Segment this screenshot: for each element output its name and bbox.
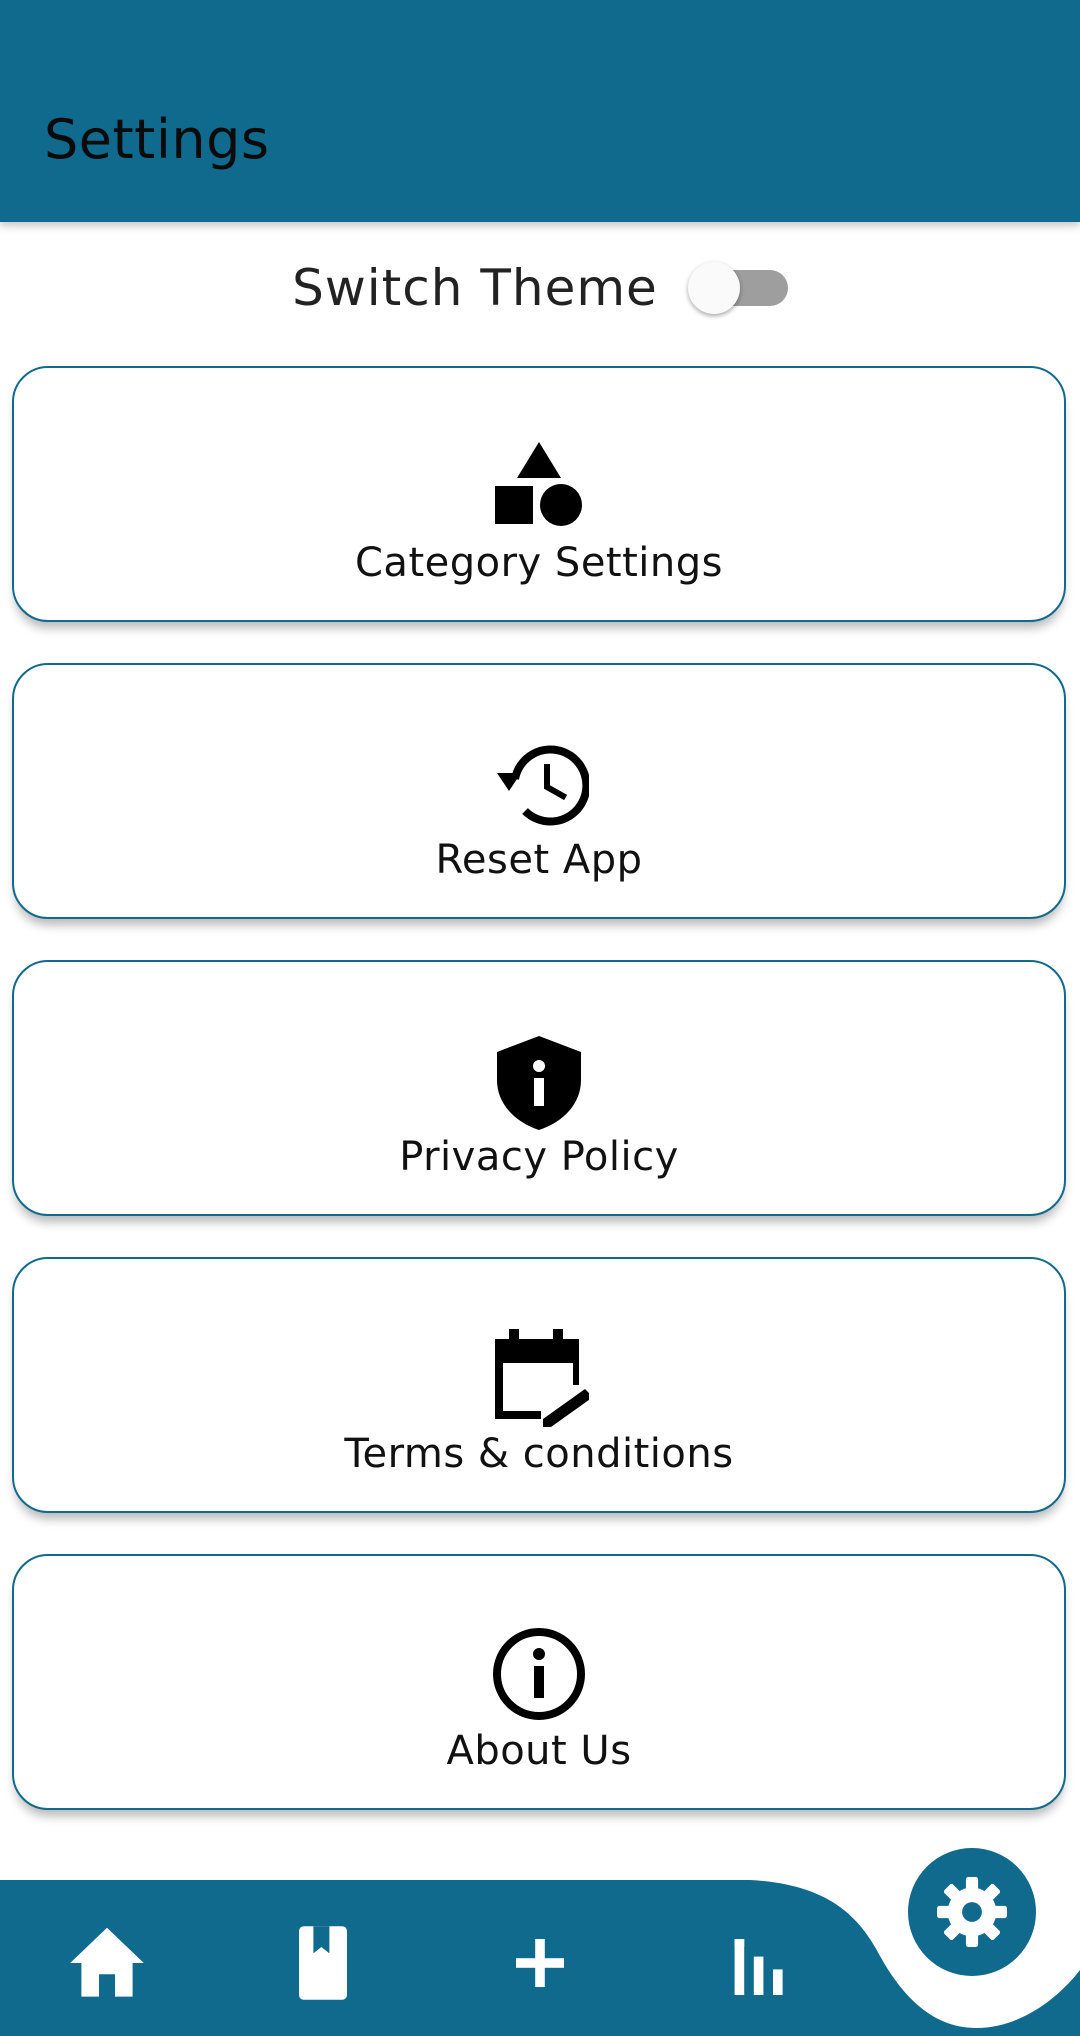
app-bar: Settings (0, 0, 1080, 222)
card-label: Category Settings (355, 540, 723, 586)
category-icon (489, 436, 589, 536)
gear-icon (937, 1877, 1007, 1947)
nav-home-button[interactable] (62, 1918, 152, 2008)
terms-conditions-card[interactable]: Terms & conditions (12, 1257, 1066, 1513)
card-label: Reset App (435, 837, 643, 883)
plus-icon (516, 1939, 564, 1987)
theme-switch-label: Switch Theme (292, 259, 658, 317)
home-icon (70, 1927, 144, 1997)
nav-stats-button[interactable] (712, 1918, 802, 2008)
nav-settings-button[interactable] (908, 1848, 1036, 1976)
card-label: Terms & conditions (344, 1431, 734, 1477)
theme-toggle-switch[interactable] (687, 250, 788, 326)
nav-book-button[interactable] (278, 1918, 368, 2008)
privacy-policy-card[interactable]: Privacy Policy (12, 960, 1066, 1216)
about-us-card[interactable]: About Us (12, 1554, 1066, 1810)
calendar-edit-icon (489, 1327, 589, 1427)
toggle-thumb (687, 262, 740, 314)
card-label: Privacy Policy (399, 1134, 679, 1180)
info-circle-icon (489, 1624, 589, 1724)
bookmark-book-icon (299, 1926, 347, 2000)
card-label: About Us (446, 1728, 632, 1774)
category-settings-card[interactable]: Category Settings (12, 366, 1066, 622)
theme-switch-row: Switch Theme (0, 250, 1080, 326)
shield-info-icon (489, 1030, 589, 1130)
history-icon (489, 733, 589, 833)
reset-app-card[interactable]: Reset App (12, 663, 1066, 919)
nav-add-button[interactable] (495, 1918, 585, 2008)
bar-chart-icon (734, 1939, 783, 1995)
page-title: Settings (44, 108, 270, 171)
